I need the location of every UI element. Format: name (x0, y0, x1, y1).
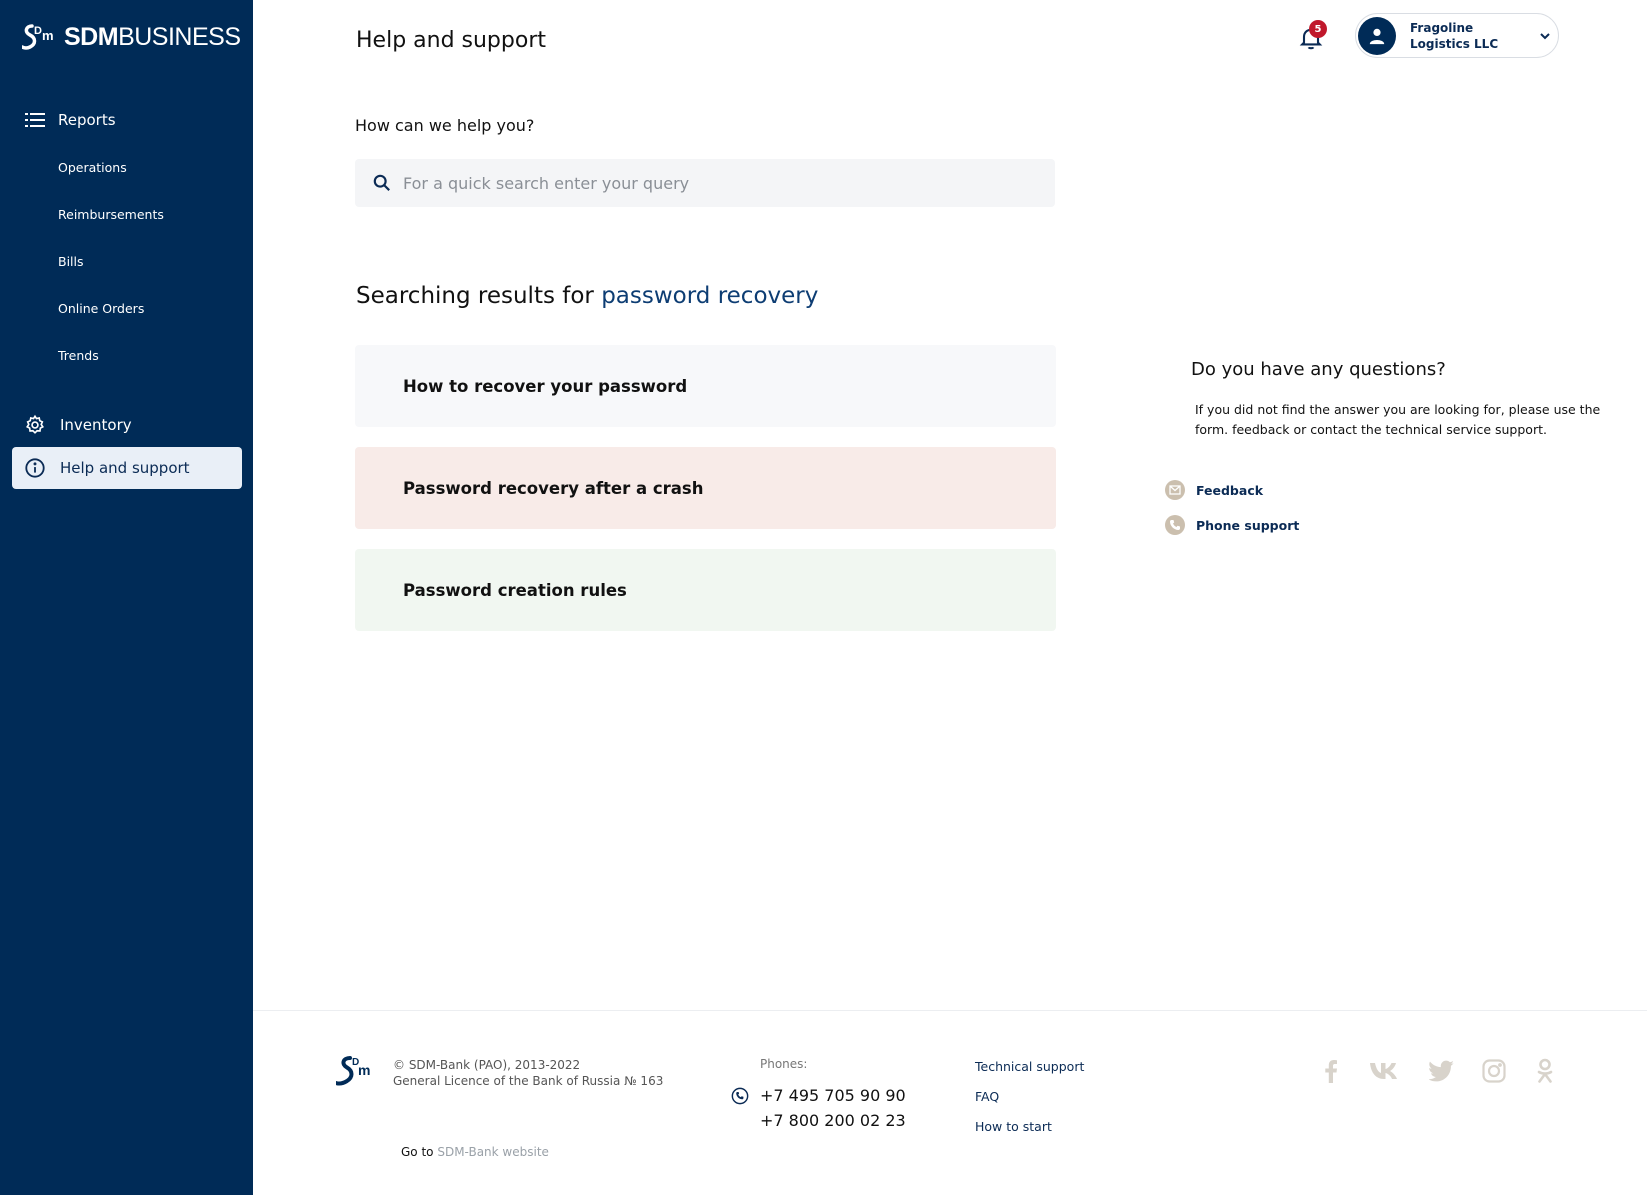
footer-goto: Go to SDM-Bank website (401, 1145, 549, 1159)
feedback-label: Feedback (1196, 482, 1264, 498)
questions-title: Do you have any questions? (1191, 359, 1446, 380)
gear-icon (24, 414, 46, 436)
phone-support-link[interactable]: Phone support (1165, 515, 1299, 535)
chevron-down-icon (1540, 32, 1550, 39)
notification-badge: 5 (1309, 20, 1327, 38)
result-card-label: How to recover your password (403, 376, 688, 396)
help-question-label: How can we help you? (355, 116, 535, 135)
odnoklassniki-icon[interactable] (1531, 1057, 1559, 1085)
sdm-logo-icon: D m (22, 24, 54, 50)
sidebar-subitem-reimbursements[interactable]: Reimbursements (58, 207, 164, 222)
sidebar-item-label: Inventory (60, 416, 132, 434)
mail-icon (1165, 480, 1185, 500)
results-heading: Searching results for password recovery (356, 283, 818, 309)
search-box[interactable] (355, 159, 1055, 207)
footer-copyright: © SDM-Bank (PAO), 2013-2022 General Lice… (393, 1057, 663, 1089)
phone-icon (1165, 515, 1185, 535)
facebook-icon[interactable] (1317, 1057, 1345, 1085)
account-dropdown[interactable]: Fragoline Logistics LLC (1355, 13, 1559, 58)
svg-text:m: m (358, 1062, 370, 1078)
account-name: Fragoline Logistics LLC (1410, 20, 1499, 51)
vk-icon[interactable] (1368, 1057, 1402, 1085)
goto-prefix: Go to (401, 1145, 434, 1159)
faq-link[interactable]: FAQ (975, 1089, 999, 1104)
avatar (1358, 16, 1396, 55)
brand-name: SDMBUSINESS (64, 22, 241, 51)
instagram-icon[interactable] (1480, 1057, 1508, 1085)
result-card[interactable]: How to recover your password (355, 345, 1056, 427)
licence-text: General Licence of the Bank of Russia № … (393, 1074, 664, 1088)
svg-text:m: m (42, 28, 54, 43)
phone-number[interactable]: +7 800 200 02 23 (760, 1111, 906, 1130)
copyright-text: © SDM-Bank (PAO), 2013-2022 (393, 1058, 581, 1072)
sidebar-item-label: Reports (58, 111, 116, 129)
brand-logo[interactable]: D m SDMBUSINESS (22, 20, 241, 54)
sdm-bank-website-link[interactable]: SDM-Bank website (437, 1145, 549, 1159)
svg-text:D: D (34, 25, 42, 37)
sidebar-subitem-operations[interactable]: Operations (58, 160, 127, 175)
search-input[interactable] (403, 173, 1023, 193)
sidebar-subitem-trends[interactable]: Trends (58, 348, 99, 363)
phone-support-label: Phone support (1196, 517, 1300, 533)
result-card[interactable]: Password creation rules (355, 549, 1056, 631)
result-card-label: Password creation rules (403, 580, 627, 600)
results-heading-prefix: Searching results for (356, 283, 594, 309)
sidebar-subitem-bills[interactable]: Bills (58, 254, 84, 269)
phones-label: Phones: (760, 1057, 808, 1071)
list-icon (24, 109, 46, 131)
sidebar-item-label: Help and support (60, 459, 190, 477)
user-icon (1369, 28, 1385, 44)
twitter-icon[interactable] (1428, 1057, 1456, 1085)
how-to-start-link[interactable]: How to start (975, 1119, 1052, 1134)
sidebar-item-help-and-support[interactable]: Help and support (12, 447, 242, 489)
phone-icon (731, 1087, 749, 1105)
sidebar: D m SDMBUSINESS Reports Operations Reimb… (0, 0, 253, 1195)
technical-support-link[interactable]: Technical support (975, 1059, 1084, 1074)
phone-number[interactable]: +7 495 705 90 90 (760, 1086, 906, 1105)
result-card-label: Password recovery after a crash (403, 478, 704, 498)
sidebar-subitem-online-orders[interactable]: Online Orders (58, 301, 144, 316)
info-icon (24, 457, 46, 479)
sidebar-item-reports[interactable]: Reports (12, 99, 242, 141)
questions-text: If you did not find the answer you are l… (1195, 402, 1601, 437)
search-icon (373, 174, 390, 191)
sidebar-item-inventory[interactable]: Inventory (12, 404, 242, 446)
feedback-link[interactable]: Feedback (1165, 480, 1263, 500)
footer-divider (253, 1010, 1647, 1011)
page-title: Help and support (356, 28, 546, 53)
sdm-logo-icon: D m (336, 1056, 370, 1086)
results-query: password recovery (601, 283, 819, 309)
result-card[interactable]: Password recovery after a crash (355, 447, 1056, 529)
